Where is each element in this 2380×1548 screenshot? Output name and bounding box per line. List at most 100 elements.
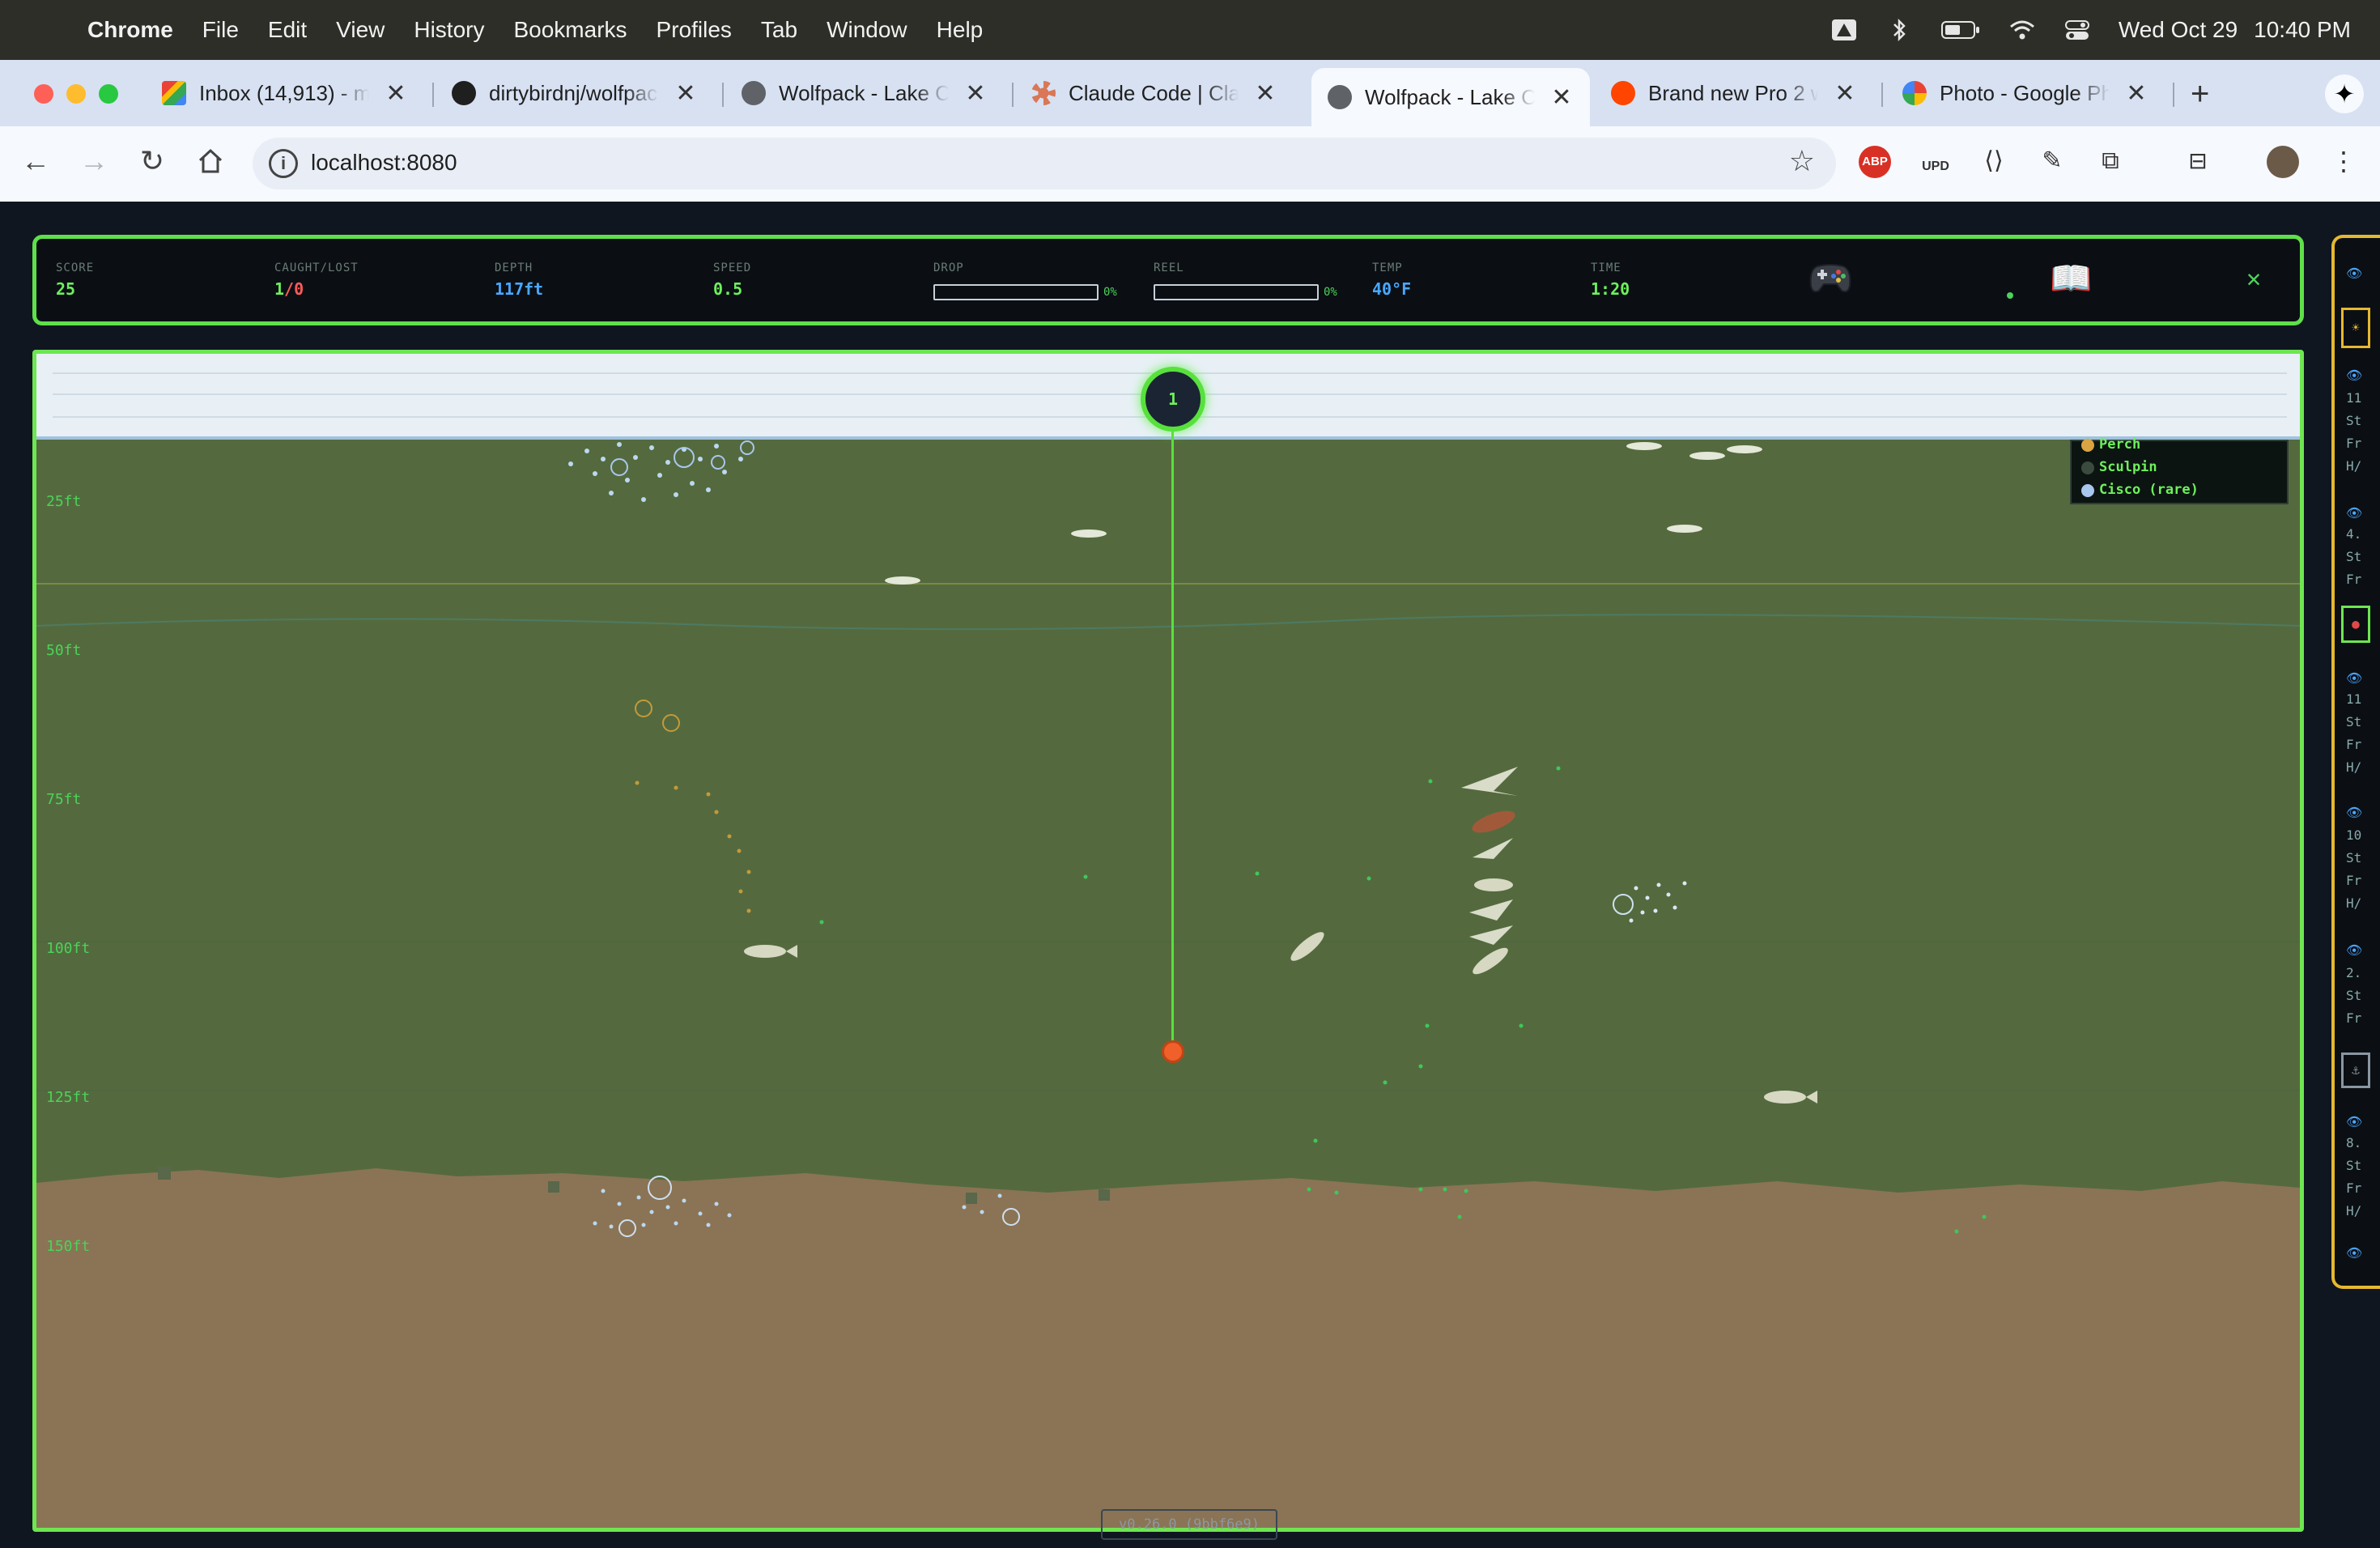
eye-icon[interactable]: 👁: [2346, 266, 2362, 281]
menu-window[interactable]: Window: [812, 17, 922, 43]
hud-close-button[interactable]: ✕: [2246, 265, 2261, 293]
time-value: 1:20: [1591, 279, 1630, 299]
tab-close-icon[interactable]: ✕: [674, 79, 698, 108]
bookmark-star-icon[interactable]: ☆: [1789, 144, 1815, 178]
chrome-menu-icon[interactable]: ⋮: [2325, 142, 2362, 180]
eye-icon[interactable]: 👁: [2346, 670, 2362, 686]
depth-value: 117ft: [495, 279, 544, 299]
sidebar-text: Fr: [2346, 1010, 2362, 1026]
perch-dot-icon: [2081, 439, 2094, 452]
sidebar-text: Fr: [2346, 873, 2362, 888]
close-window-button[interactable]: [34, 84, 53, 104]
tab-label: Brand new Pro 2 w: [1648, 80, 1818, 105]
sidebar-text: Fr: [2346, 1180, 2362, 1196]
speed-value: 0.5: [713, 279, 743, 299]
menubar-time[interactable]: 10:40 PM: [2254, 17, 2351, 43]
tab-wolfpack-active[interactable]: Wolfpack - Lake Ch ✕: [1311, 68, 1590, 126]
minimize-window-button[interactable]: [66, 84, 86, 104]
google-photos-icon: [1902, 81, 1927, 105]
drive-icon[interactable]: [1830, 18, 1858, 42]
game-canvas[interactable]: 1 25ft 50ft 75ft 100ft 125ft 150ft Perch…: [32, 350, 2304, 1532]
menu-history[interactable]: History: [399, 17, 499, 43]
back-button[interactable]: ←: [18, 144, 53, 178]
menu-edit[interactable]: Edit: [253, 17, 321, 43]
site-info-icon[interactable]: i: [269, 149, 298, 178]
tab-gmail[interactable]: Inbox (14,913) - ma ✕: [146, 70, 434, 117]
tab-close-icon[interactable]: ✕: [963, 79, 988, 108]
control-center-icon[interactable]: [2063, 18, 2091, 42]
lure-icon[interactable]: ●: [2341, 606, 2370, 643]
menubar-date[interactable]: Wed Oct 29: [2119, 17, 2238, 43]
cisco-school: [1613, 881, 1687, 923]
tab-close-icon[interactable]: ✕: [1833, 79, 1857, 108]
menu-view[interactable]: View: [321, 17, 399, 43]
adblock-extension-icon[interactable]: ABP: [1859, 146, 1891, 178]
tab-separator: [432, 83, 434, 107]
tab-close-icon[interactable]: ✕: [384, 79, 408, 108]
tab-google-photos[interactable]: Photo - Google Pho ✕: [1886, 70, 2174, 117]
eye-icon[interactable]: 👁: [2346, 368, 2362, 383]
sun-icon[interactable]: ☀: [2341, 308, 2370, 348]
tab-reddit[interactable]: Brand new Pro 2 w ✕: [1595, 70, 1883, 117]
eye-icon[interactable]: 👁: [2346, 805, 2362, 820]
url-text[interactable]: localhost:8080: [311, 150, 457, 176]
code-extension-icon[interactable]: ⟨⟩: [1975, 142, 2012, 180]
menu-help[interactable]: Help: [922, 17, 998, 43]
tab-separator: [722, 83, 724, 107]
battery-icon[interactable]: [1940, 18, 1981, 42]
menu-profiles[interactable]: Profiles: [642, 17, 746, 43]
menu-bookmarks[interactable]: Bookmarks: [499, 17, 641, 43]
eye-icon[interactable]: 👁: [2346, 1245, 2362, 1261]
address-bar[interactable]: i localhost:8080 ☆: [253, 138, 1836, 189]
gemini-sparkle-icon[interactable]: ✦: [2325, 74, 2364, 113]
lake-trout: [1290, 932, 1324, 961]
eyedropper-extension-icon[interactable]: ✎: [2034, 142, 2071, 180]
gamepad-icon[interactable]: [1809, 262, 1851, 296]
menu-app-name[interactable]: Chrome: [70, 17, 188, 43]
fish-status-sidebar[interactable]: 👁 ☀ 👁 11 St Fr H/ 👁 4. St Fr ● 👁 11 St F…: [2331, 235, 2380, 1289]
tab-separator: [1881, 83, 1883, 107]
tab-close-icon[interactable]: ✕: [1253, 79, 1277, 108]
upd-extension-icon[interactable]: UPD: [1917, 142, 1954, 180]
drop-stat: DROP: [933, 262, 964, 274]
menu-file[interactable]: File: [188, 17, 253, 43]
sidebar-text: 8.: [2346, 1135, 2362, 1150]
eye-icon[interactable]: 👁: [2346, 942, 2362, 958]
tab-github[interactable]: dirtybirdnj/wolfpac ✕: [436, 70, 724, 117]
tab-close-icon[interactable]: ✕: [2124, 79, 2148, 108]
browser-toolbar: ← → ↻ i localhost:8080 ☆ ABP UPD ⟨⟩ ✎ ⧉ …: [0, 126, 2380, 202]
browser-chrome: Inbox (14,913) - ma ✕ dirtybirdnj/wolfpa…: [0, 60, 2380, 202]
perch-school: [635, 700, 751, 913]
eye-icon[interactable]: 👁: [2346, 505, 2362, 521]
lake-scene: [36, 440, 2300, 1528]
tab-close-icon[interactable]: ✕: [1549, 83, 1574, 112]
menu-tab[interactable]: Tab: [746, 17, 812, 43]
guide-book-icon[interactable]: 📖: [2050, 258, 2092, 299]
wifi-icon[interactable]: [2008, 18, 2036, 42]
tab-claude-code[interactable]: Claude Code | Clau ✕: [1015, 70, 1298, 117]
drop-label: DROP: [933, 262, 964, 274]
reload-button[interactable]: ↻: [134, 144, 170, 178]
score-value: 25: [56, 279, 76, 299]
home-button[interactable]: [193, 144, 228, 182]
tab-wolfpack-1[interactable]: Wolfpack - Lake Ch ✕: [725, 70, 1014, 117]
claude-icon: [1031, 81, 1056, 105]
tab-search-icon[interactable]: ⊟: [2179, 142, 2216, 180]
lost-count: /0: [284, 279, 304, 299]
tab-label: Inbox (14,913) - ma: [199, 80, 369, 105]
anchor-icon[interactable]: ⚓: [2341, 1053, 2370, 1088]
zoom-window-button[interactable]: [99, 84, 118, 104]
temp-label: TEMP: [1372, 262, 1403, 274]
depth-mark-125: 125ft: [46, 1089, 91, 1106]
ice-hole-bobber[interactable]: 1: [1141, 367, 1205, 432]
drop-percent: 0%: [1103, 286, 1117, 299]
eye-icon[interactable]: 👁: [2346, 1114, 2362, 1129]
fishing-lure[interactable]: [1162, 1040, 1184, 1063]
new-tab-button[interactable]: +: [2191, 76, 2209, 113]
temp-value: 40°F: [1372, 279, 1412, 299]
extensions-puzzle-icon[interactable]: ⧉: [2092, 142, 2129, 180]
legend-label: Perch: [2099, 436, 2141, 453]
profile-avatar[interactable]: [2267, 146, 2299, 178]
forward-button[interactable]: →: [76, 144, 112, 178]
bluetooth-icon[interactable]: [1885, 18, 1913, 42]
